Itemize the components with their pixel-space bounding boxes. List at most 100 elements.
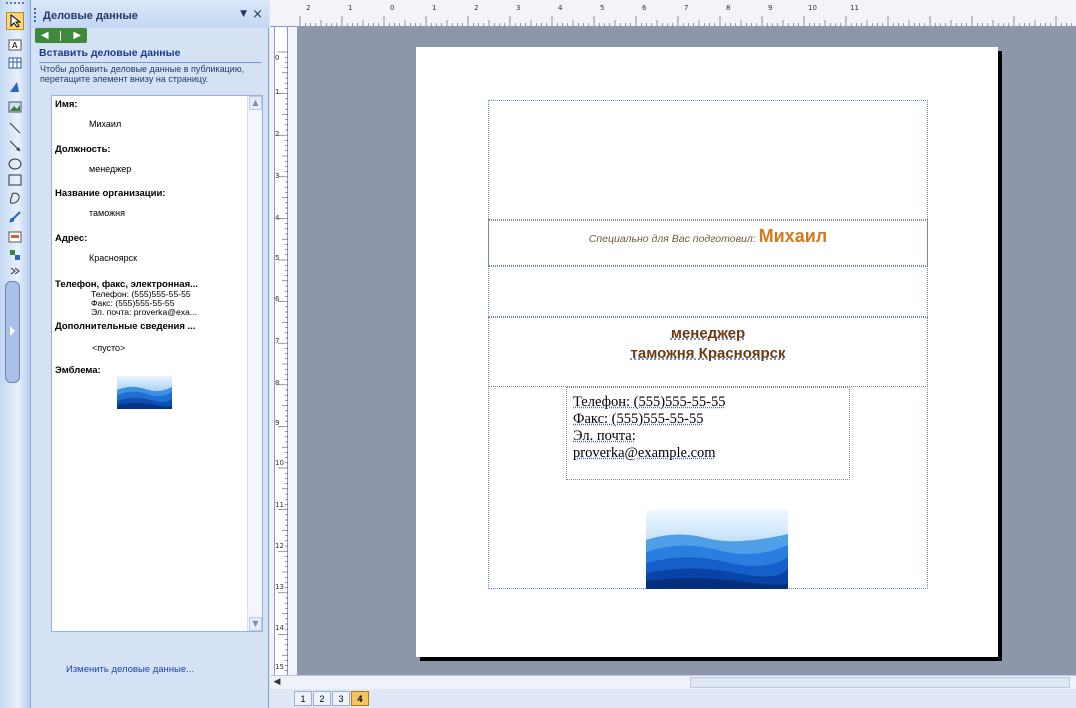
edit-business-info-link[interactable]: Изменить деловые данные... — [66, 664, 194, 675]
vertical-ruler-strip — [274, 27, 288, 675]
position-text: менеджер — [670, 325, 746, 342]
business-fields-list: Имя: Михаил Должность: менеджер Название… — [51, 95, 263, 632]
contacts-text-box[interactable]: Телефон: (555)555-55-55 Факс: (555)555-5… — [566, 387, 850, 480]
more-tools-chevron-icon[interactable] — [6, 262, 24, 280]
task-pane-nav-bar: ◀ ▶ — [35, 28, 87, 43]
divider — [39, 62, 261, 63]
field-label: Эмблема: — [55, 365, 101, 376]
page-button-3[interactable]: 3 — [332, 691, 350, 706]
field-position-item[interactable]: Должность: менеджер — [55, 144, 245, 174]
ruler-number: 11 — [275, 501, 284, 509]
ruler-number: 5 — [275, 254, 280, 262]
logo-picture[interactable] — [646, 510, 788, 589]
ruler-number: 4 — [275, 214, 280, 222]
page-button-2[interactable]: 2 — [313, 691, 331, 706]
ruler-number: 15 — [275, 663, 284, 671]
scroll-up-arrow-icon[interactable]: ▲ — [249, 96, 262, 110]
ruler-number: 4 — [558, 4, 563, 12]
field-label: Телефон, факс, электронная... — [55, 279, 199, 290]
ruler-number: 6 — [275, 295, 280, 303]
task-pane-menu-chevron-icon[interactable]: ▼ — [240, 9, 247, 19]
section-title: Вставить деловые данные — [39, 47, 181, 59]
line-tool-icon[interactable] — [6, 119, 24, 137]
nav-divider — [60, 30, 62, 41]
pane-toggle-handle[interactable] — [5, 281, 20, 383]
ruler-number: 2 — [474, 4, 479, 12]
contact-line: proverka@example.com — [573, 445, 716, 461]
ruler-number: 3 — [516, 4, 521, 12]
greeting-text-box[interactable]: Специально для Вас подготовил: Михаил — [488, 220, 928, 266]
ruler-number: 9 — [275, 419, 280, 427]
ruler-number: 8 — [275, 379, 280, 387]
text-box-tool-icon[interactable]: A — [6, 36, 24, 54]
fields-scrollbar[interactable]: ▲ ▼ — [247, 96, 262, 631]
scrollbar-thumb[interactable] — [690, 677, 1070, 688]
field-name-item[interactable]: Имя: Михаил — [55, 99, 245, 129]
organization-text: таможня Красноярск — [630, 345, 786, 362]
ruler-number: 12 — [275, 542, 284, 550]
logo-thumbnail[interactable] — [117, 376, 172, 409]
ruler-number: 1 — [348, 4, 353, 12]
scroll-down-arrow-icon[interactable]: ▼ — [249, 617, 262, 631]
field-value: таможня — [89, 208, 125, 218]
hotspot-tool-icon[interactable] — [6, 208, 24, 226]
ruler-number: 2 — [275, 130, 280, 138]
field-value: Красноярск — [89, 253, 138, 263]
contact-line: Эл. почта: — [573, 428, 636, 444]
toolbar-grip[interactable] — [6, 2, 24, 8]
autoshapes-tool-icon[interactable] — [6, 189, 24, 207]
greeting-name: Михаил — [758, 226, 828, 246]
arrow-tool-icon[interactable] — [6, 137, 24, 155]
svg-text:A: A — [12, 41, 18, 50]
table-tool-icon[interactable] — [6, 54, 24, 72]
task-pane-close-icon[interactable]: × — [252, 7, 263, 22]
horizontal-ruler[interactable]: 2 1 0 1 2 3 4 5 6 7 8 9 10 11 — [270, 0, 1076, 27]
horizontal-scrollbar[interactable]: ◀ — [270, 675, 1076, 689]
publication-page[interactable]: Специально для Вас подготовил: Михаил ме… — [416, 47, 998, 657]
wordart-tool-icon[interactable] — [6, 78, 24, 96]
picture-tool-icon[interactable] — [6, 98, 24, 116]
ruler-number: 0 — [390, 4, 395, 12]
publication-workspace[interactable]: Специально для Вас подготовил: Михаил ме… — [298, 27, 1076, 675]
ruler-number: 11 — [850, 4, 859, 12]
vertical-ruler-ticks — [278, 51, 288, 672]
ruler-number: 8 — [726, 4, 731, 12]
field-value: <пусто> — [92, 343, 126, 353]
ruler-number: 10 — [275, 459, 284, 467]
position-org-text-box[interactable]: менеджер таможня Красноярск — [488, 317, 928, 387]
rectangle-tool-icon[interactable] — [6, 171, 24, 189]
ruler-number: 3 — [275, 172, 280, 180]
ruler-number: 14 — [275, 624, 284, 632]
contact-line: Телефон: (555)555-55-55 — [573, 394, 726, 410]
field-organization-item[interactable]: Название организации: таможня — [55, 188, 245, 218]
field-label: Должность: — [55, 144, 111, 155]
field-contact-item[interactable]: Телефон, факс, электронная... Телефон: (… — [55, 279, 245, 317]
field-label: Адрес: — [55, 233, 88, 244]
field-label: Имя: — [55, 99, 78, 110]
field-extra-item[interactable]: Дополнительные сведения ... <пусто> — [55, 321, 245, 353]
page-button-4[interactable]: 4 — [351, 691, 369, 706]
forward-arrow-icon[interactable]: ▶ — [73, 30, 81, 41]
empty-frame[interactable] — [488, 266, 928, 317]
ruler-number: 6 — [642, 4, 647, 12]
field-logo-item[interactable]: Эмблема: — [55, 365, 245, 376]
business-info-task-pane: Деловые данные ▼ × ◀ ▶ Вставить деловые … — [31, 0, 269, 708]
back-arrow-icon[interactable]: ◀ — [41, 30, 49, 41]
task-pane-title: Деловые данные — [43, 10, 138, 22]
top-frame[interactable] — [488, 100, 928, 220]
objects-toolbar: A — [0, 0, 31, 708]
scroll-left-arrow-icon[interactable]: ◀ — [270, 676, 284, 689]
page-button-1[interactable]: 1 — [294, 691, 312, 706]
form-control-tool-icon[interactable] — [6, 228, 24, 246]
contact-line: Факс: (555)555-55-55 — [573, 411, 704, 427]
vertical-ruler[interactable]: 0 1 2 3 4 5 6 7 8 9 10 11 12 13 14 15 — [270, 27, 298, 675]
ruler-number: 13 — [275, 583, 284, 591]
ruler-number: 7 — [275, 337, 280, 345]
field-value-line: Факс: (555)555-55-55 — [91, 299, 175, 308]
ruler-number: 1 — [275, 88, 280, 96]
select-tool-icon[interactable] — [6, 12, 24, 30]
task-pane-grip-icon[interactable] — [34, 8, 37, 22]
field-label: Название организации: — [55, 188, 166, 199]
field-address-item[interactable]: Адрес: Красноярск — [55, 233, 245, 263]
ruler-number: 1 — [432, 4, 437, 12]
